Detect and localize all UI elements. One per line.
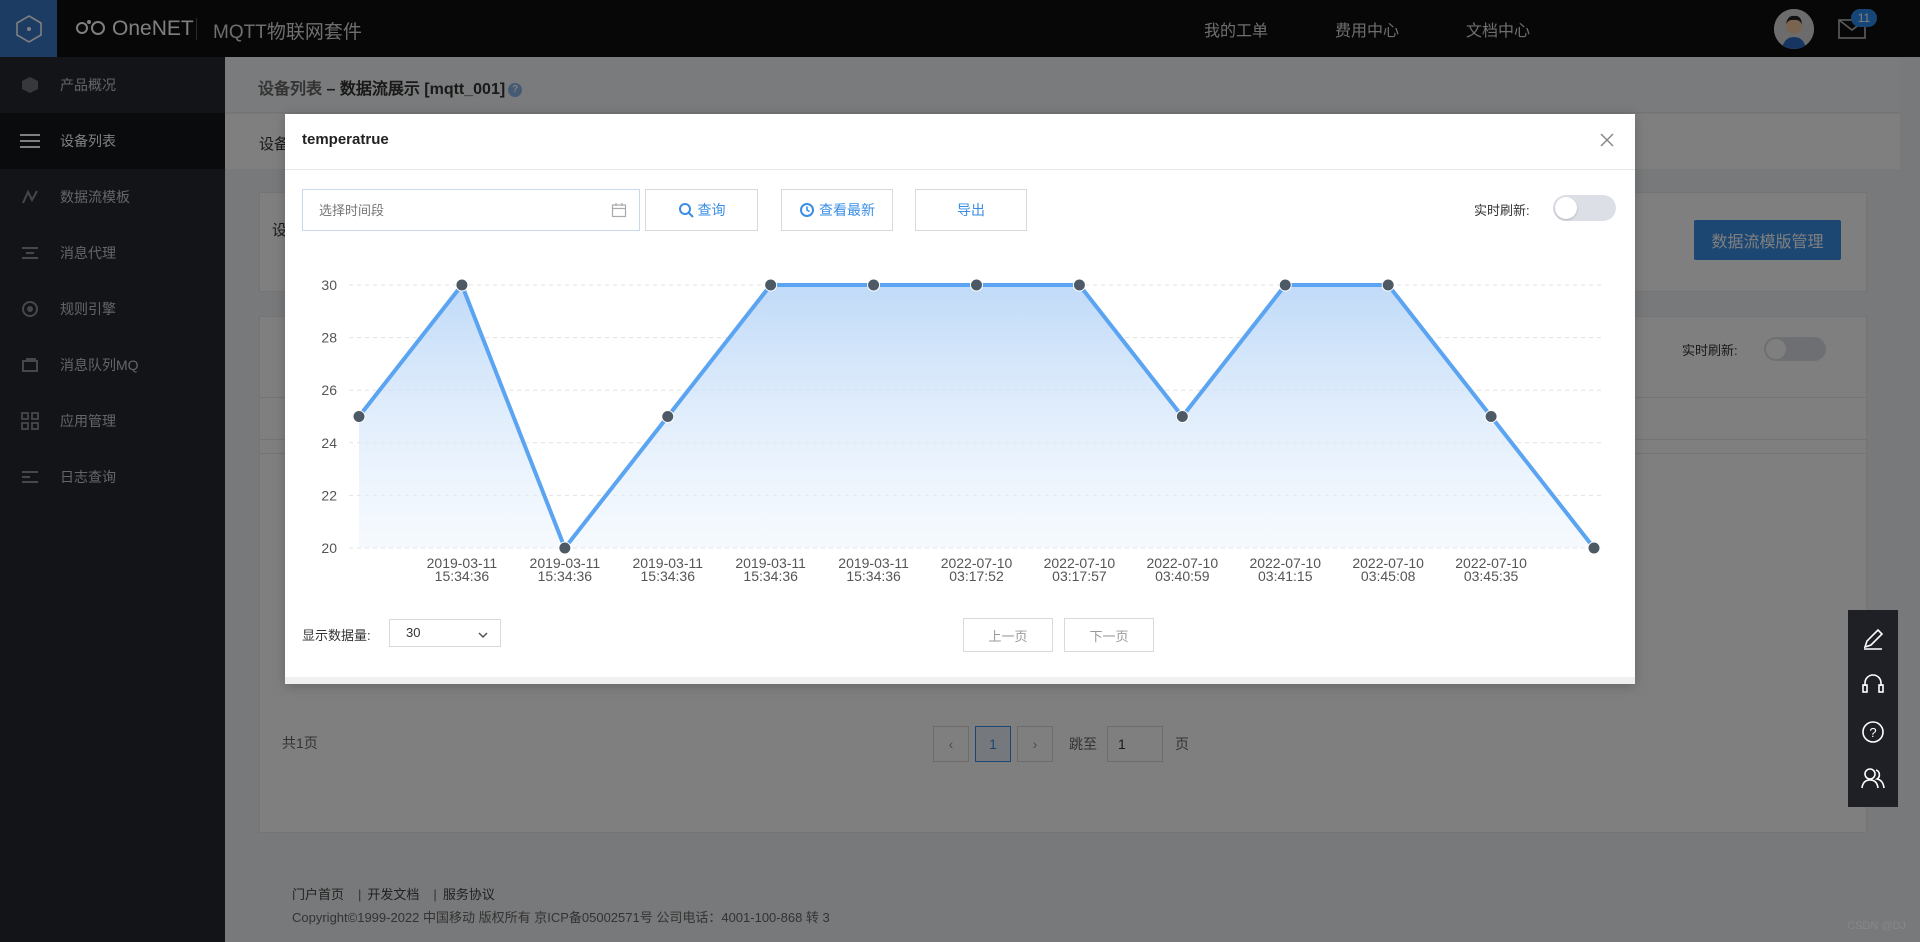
- y-tick-label: 20: [321, 540, 337, 556]
- data-point[interactable]: [764, 278, 778, 292]
- view-latest-button[interactable]: 查看最新: [781, 189, 893, 231]
- x-tick-label: 2022-07-10 03:45:35: [1455, 555, 1527, 584]
- x-tick-label: 2022-07-10 03:41:15: [1249, 555, 1321, 584]
- x-tick-label: 2019-03-11 15:34:36: [427, 555, 498, 584]
- calendar-icon: [611, 202, 627, 218]
- help-circle-icon[interactable]: ?: [1858, 717, 1888, 747]
- y-tick-label: 24: [321, 435, 337, 451]
- data-point[interactable]: [558, 541, 572, 555]
- search-icon: [678, 202, 694, 218]
- data-point[interactable]: [970, 278, 983, 292]
- x-tick-label: 2019-03-11 15:34:36: [735, 555, 806, 584]
- data-point[interactable]: [661, 410, 675, 423]
- x-tick-label: 2022-07-10 03:40:59: [1147, 555, 1219, 584]
- x-tick-label: 2022-07-10 03:17:57: [1044, 555, 1116, 584]
- users-icon[interactable]: [1858, 763, 1888, 793]
- y-tick-label: 22: [321, 487, 337, 503]
- display-count-select[interactable]: 30: [389, 619, 501, 647]
- modal-footer-strip: [285, 677, 1635, 684]
- data-point[interactable]: [867, 278, 881, 292]
- x-tick-label: 2022-07-10 03:17:52: [941, 555, 1013, 584]
- x-tick-label: 2019-03-11 15:34:36: [632, 555, 703, 584]
- view-latest-label: 查看最新: [819, 202, 875, 218]
- time-range-picker[interactable]: [302, 189, 640, 231]
- data-point[interactable]: [1381, 278, 1395, 292]
- x-tick-label: 2019-03-11 15:34:36: [838, 555, 909, 584]
- data-point[interactable]: [352, 410, 366, 423]
- x-tick-label: 2019-03-11 15:34:36: [530, 555, 601, 584]
- floating-toolbar: ?: [1848, 610, 1898, 807]
- y-tick-label: 26: [321, 382, 337, 398]
- y-tick-label: 28: [321, 330, 337, 346]
- export-button[interactable]: 导出: [915, 189, 1027, 231]
- next-page-button[interactable]: 下一页: [1064, 618, 1154, 652]
- display-count-value: 30: [406, 625, 421, 640]
- refresh-clock-icon: [799, 202, 815, 218]
- temperature-chart: 20 22 24 26 28 30 2019-03-11 15:34:36 2019-03-1…: [321, 277, 1604, 584]
- svg-text:?: ?: [1869, 725, 1876, 740]
- y-tick-label: 30: [321, 277, 337, 293]
- modal-header: temperatrue: [285, 114, 1635, 170]
- prev-page-button[interactable]: 上一页: [963, 618, 1053, 652]
- data-point[interactable]: [455, 278, 469, 292]
- query-button-label: 查询: [697, 202, 726, 218]
- series-area: [359, 285, 1594, 548]
- data-point[interactable]: [1587, 541, 1601, 555]
- data-point[interactable]: [1484, 410, 1498, 423]
- modal-title: temperatrue: [302, 131, 389, 148]
- modal-realtime-toggle[interactable]: [1553, 195, 1616, 221]
- close-icon[interactable]: [1597, 131, 1617, 151]
- watermark: CSDN @DJ: [1847, 920, 1906, 932]
- display-count-label: 显示数据量:: [302, 628, 371, 643]
- edit-icon[interactable]: [1858, 624, 1888, 654]
- headset-icon[interactable]: [1858, 670, 1888, 700]
- modal-realtime-label: 实时刷新:: [1474, 203, 1530, 218]
- data-point[interactable]: [1175, 410, 1189, 423]
- datastream-modal: temperatrue 查询 查看最新 导出 实时刷新: 20 22 24 26 28 3…: [285, 114, 1635, 684]
- chevron-down-icon: [476, 625, 490, 651]
- data-point[interactable]: [1278, 278, 1292, 292]
- chart-area: 20 22 24 26 28 30 2019-03-11 15:34:36 2019-03-1…: [285, 254, 1635, 594]
- data-point[interactable]: [1072, 278, 1086, 292]
- time-range-input[interactable]: [303, 190, 583, 230]
- query-button[interactable]: 查询: [645, 189, 758, 231]
- x-tick-label: 2022-07-10 03:45:08: [1352, 555, 1424, 584]
